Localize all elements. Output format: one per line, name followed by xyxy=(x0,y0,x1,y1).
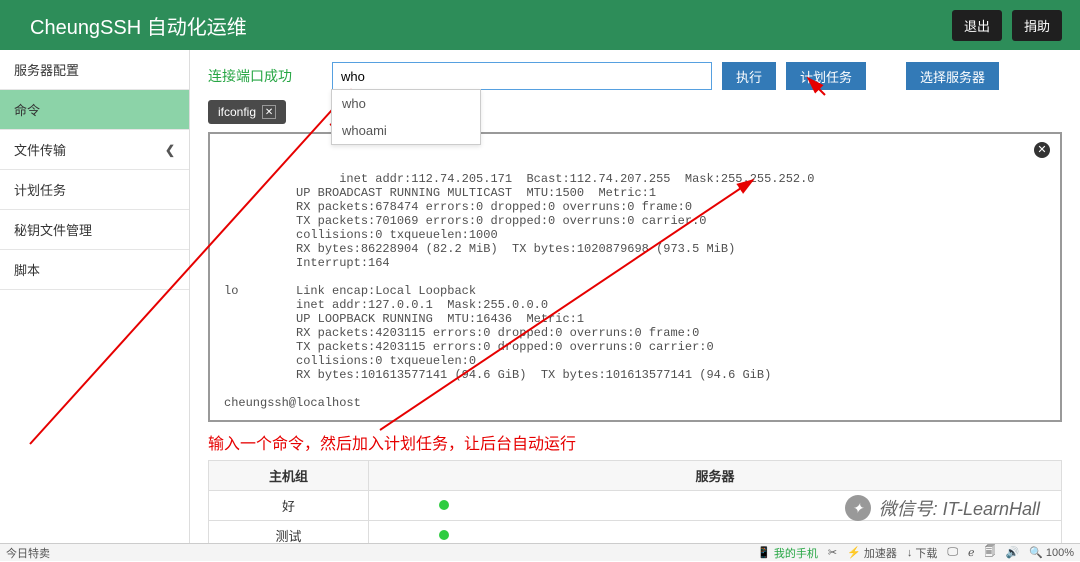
run-button[interactable]: 执行 xyxy=(722,62,776,90)
close-icon[interactable]: ✕ xyxy=(262,105,276,119)
sidebar: 服务器配置 命令 文件传输 ❮ 计划任务 秘钥文件管理 脚本 xyxy=(0,50,190,543)
toolbar-icon[interactable]: ℯ xyxy=(968,546,975,559)
status-bar: 今日特卖 📱 我的手机 ✂ ⚡ 加速器 ↓ 下载 🖵 ℯ 🗐 🔊 🔍 100% xyxy=(0,543,1080,561)
sidebar-item-label: 秘钥文件管理 xyxy=(14,220,92,239)
sidebar-item-label: 命令 xyxy=(14,100,40,119)
logout-button[interactable]: 退出 xyxy=(952,10,1002,41)
wechat-label: 微信号: IT-LearnHall xyxy=(879,495,1040,521)
sidebar-item-file-transfer[interactable]: 文件传输 ❮ xyxy=(0,130,189,170)
autocomplete-dropdown: who whoami xyxy=(331,89,481,145)
col-server: 服务器 xyxy=(369,461,1062,491)
toolbar-icon[interactable]: 🖵 xyxy=(947,546,958,559)
table-row[interactable]: 测试 xyxy=(209,521,1062,544)
sidebar-item-script[interactable]: 脚本 xyxy=(0,250,189,290)
sidebar-item-cron[interactable]: 计划任务 xyxy=(0,170,189,210)
terminal-output[interactable]: ✕ inet addr:112.74.205.171 Bcast:112.74.… xyxy=(208,132,1062,422)
sidebar-item-server-config[interactable]: 服务器配置 xyxy=(0,50,189,90)
sound-icon[interactable]: 🔊 xyxy=(1005,546,1019,559)
annotation-text: 输入一个命令，然后加入计划任务，让后台自动运行 xyxy=(208,430,1062,454)
sidebar-item-label: 脚本 xyxy=(14,260,40,279)
wechat-watermark: ✦ 微信号: IT-LearnHall xyxy=(845,495,1040,521)
close-icon[interactable]: ✕ xyxy=(1034,142,1050,158)
autocomplete-item[interactable]: whoami xyxy=(332,117,480,144)
group-cell: 测试 xyxy=(209,521,369,544)
status-dot-icon xyxy=(439,500,449,510)
tag-label: ifconfig xyxy=(218,105,256,119)
col-host-group: 主机组 xyxy=(209,461,369,491)
accelerator-menu[interactable]: ⚡ 加速器 xyxy=(847,545,897,561)
wechat-icon: ✦ xyxy=(845,495,871,521)
connect-status: 连接端口成功 xyxy=(208,66,292,86)
sidebar-item-key-management[interactable]: 秘钥文件管理 xyxy=(0,210,189,250)
select-server-button[interactable]: 选择服务器 xyxy=(906,62,999,90)
toolbar-icon[interactable]: 🗐 xyxy=(984,543,995,562)
schedule-button[interactable]: 计划任务 xyxy=(786,62,866,90)
download-menu[interactable]: ↓ 下载 xyxy=(907,545,938,561)
chevron-left-icon: ❮ xyxy=(165,143,175,157)
app-brand: CheungSSH 自动化运维 xyxy=(30,11,247,40)
main-content: 连接端口成功 who whoami 执行 计划任务 选择服务器 ifconfig… xyxy=(190,50,1080,543)
group-cell: 好 xyxy=(209,491,369,521)
command-input[interactable] xyxy=(332,62,712,90)
autocomplete-item[interactable]: who xyxy=(332,90,480,117)
phone-indicator[interactable]: 📱 我的手机 xyxy=(757,545,818,561)
sidebar-item-label: 服务器配置 xyxy=(14,60,79,79)
command-tag[interactable]: ifconfig ✕ xyxy=(208,100,286,124)
zoom-level[interactable]: 🔍 100% xyxy=(1029,546,1074,559)
status-dot-icon xyxy=(439,530,449,540)
sidebar-item-command[interactable]: 命令 xyxy=(0,90,189,130)
donate-button[interactable]: 捐助 xyxy=(1012,10,1062,41)
divider: ✂ xyxy=(828,546,837,559)
sidebar-item-label: 文件传输 xyxy=(14,140,66,159)
app-header: CheungSSH 自动化运维 退出 捐助 xyxy=(0,0,1080,50)
sidebar-item-label: 计划任务 xyxy=(14,180,66,199)
status-left[interactable]: 今日特卖 xyxy=(6,545,50,561)
terminal-text: inet addr:112.74.205.171 Bcast:112.74.20… xyxy=(224,172,815,410)
